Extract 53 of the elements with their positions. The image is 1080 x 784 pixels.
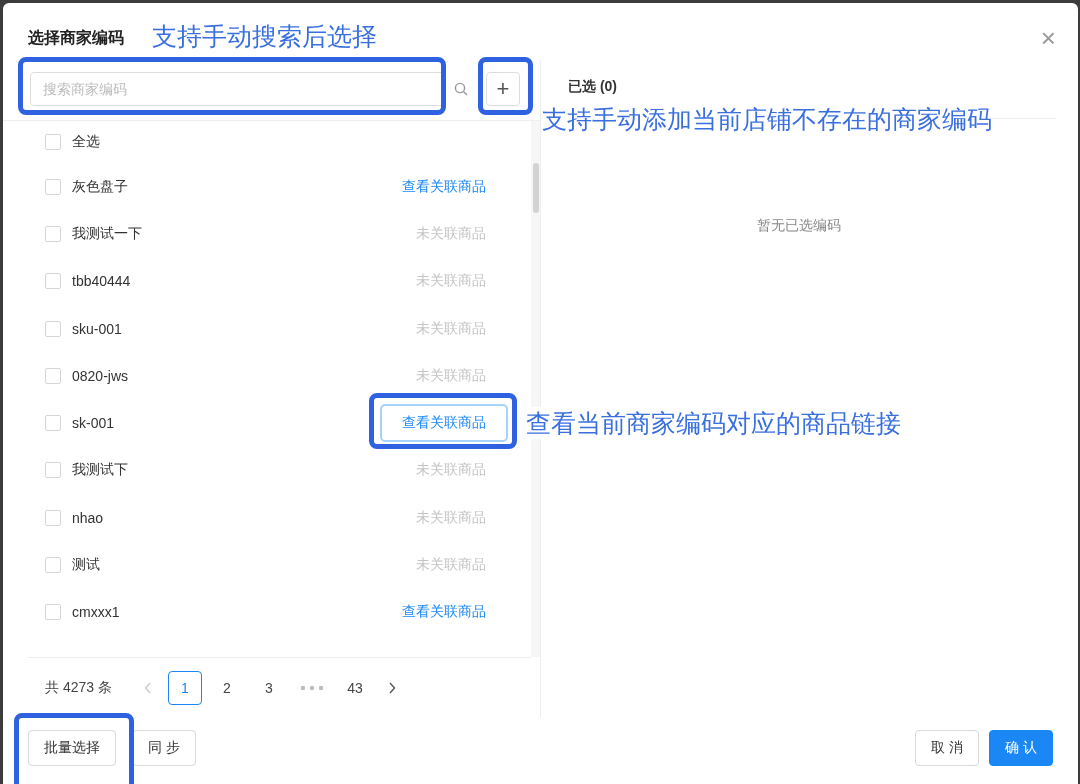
item-code: 我测试一下 [72, 224, 142, 243]
item-code: cmxxx1 [72, 604, 120, 621]
footer-button[interactable]: 同 步 [132, 730, 196, 766]
item-code: 0820-jws [72, 367, 129, 384]
page-button[interactable]: 43 [337, 671, 372, 705]
footer-button[interactable]: 批量选择 [28, 730, 116, 766]
scrollbar-thumb[interactable] [532, 163, 539, 213]
checkbox[interactable] [45, 134, 61, 150]
unlinked-label: 未关联商品 [415, 365, 487, 385]
add-button[interactable]: + [486, 72, 520, 106]
view-products-link[interactable]: 查看关联商品 [380, 404, 508, 443]
checkbox[interactable] [45, 509, 61, 526]
dialog-title: 选择商家编码 [28, 28, 124, 48]
unlinked-label: 未关联商品 [415, 555, 487, 574]
unlinked-label: 未关联商品 [415, 507, 487, 527]
checkbox[interactable] [45, 415, 61, 432]
unlinked-label: 未关联商品 [415, 318, 487, 338]
page-button[interactable]: 3 [251, 671, 286, 705]
item-code: 我测试下 [72, 461, 128, 480]
confirm-button[interactable]: 确 认 [989, 730, 1053, 766]
next-page-icon[interactable] [387, 682, 396, 694]
page-button[interactable]: 2 [209, 671, 244, 705]
unlinked-label: 未关联商品 [415, 223, 487, 243]
selected-count: 已选 (0) [568, 78, 617, 94]
search-icon[interactable] [454, 82, 468, 96]
total-count: 共 4273 条 [45, 679, 112, 697]
checkbox[interactable] [45, 367, 61, 384]
page-button[interactable]: 1 [167, 671, 202, 705]
item-code: tbb40444 [72, 273, 131, 290]
checkbox[interactable] [45, 604, 61, 621]
ellipsis-icon[interactable] [299, 685, 324, 691]
checkbox[interactable] [45, 557, 61, 573]
view-products-link[interactable]: 查看关联商品 [380, 593, 508, 632]
checkbox[interactable] [45, 273, 61, 290]
prev-page-icon[interactable] [143, 682, 152, 694]
checkbox[interactable] [45, 320, 61, 337]
item-code: 灰色盘子 [72, 177, 128, 196]
empty-message: 暂无已选编码 [755, 217, 842, 235]
unlinked-label: 未关联商品 [415, 460, 487, 480]
highlight-frame [478, 57, 533, 115]
item-code: 测试 [72, 556, 100, 574]
item-code: nhao [72, 509, 104, 526]
item-code: sku-001 [72, 320, 122, 337]
annotation-text: 支持手动添加当前店铺不存在的商家编码 [542, 103, 992, 135]
unlinked-label: 未关联商品 [415, 271, 487, 291]
annotation-text: 查看当前商家编码对应的商品链接 [526, 407, 901, 439]
checkbox[interactable] [45, 178, 61, 195]
checkbox[interactable] [45, 462, 61, 479]
view-products-link[interactable]: 查看关联商品 [380, 167, 508, 206]
cancel-button[interactable]: 取 消 [915, 730, 980, 766]
checkbox[interactable] [45, 225, 61, 242]
item-code: sk-001 [72, 415, 115, 432]
select-all-label: 全选 [72, 133, 100, 151]
